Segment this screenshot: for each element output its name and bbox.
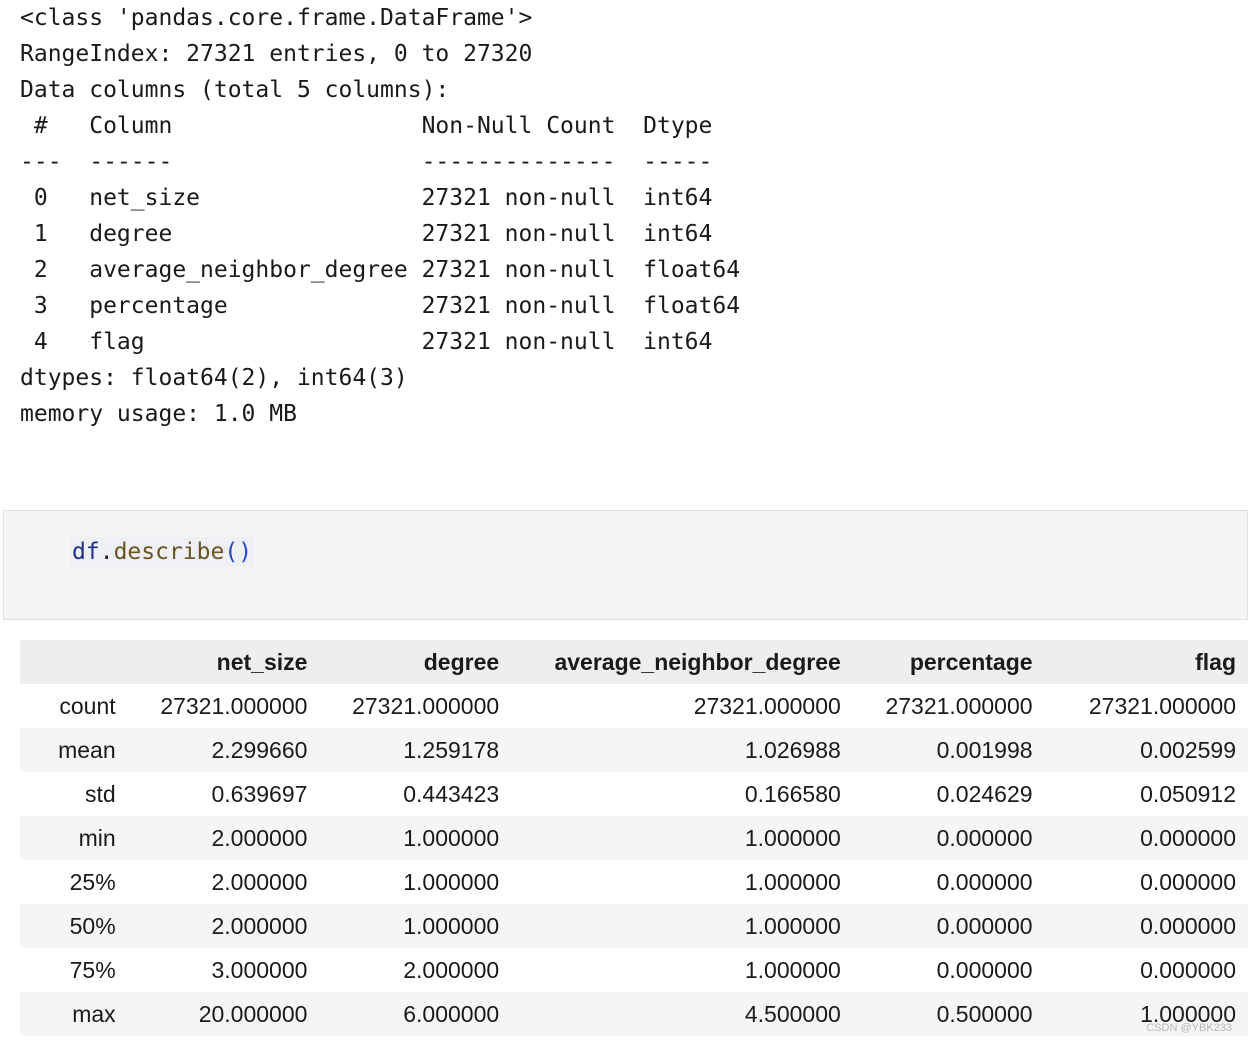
describe-output-table: net_size degree average_neighbor_degree …: [20, 640, 1248, 1036]
table-cell: 0.000000: [1140, 824, 1236, 851]
table-row: mean 2.299660 1.259178 1.026988 0.001998…: [20, 728, 1248, 772]
index-header: [20, 640, 128, 684]
table-cell: 4.500000: [744, 1000, 841, 1027]
table-cell: 0.000000: [936, 868, 1033, 895]
table-cell: 0.000000: [1140, 868, 1236, 895]
output-line: # Column Non-Null Count Dtype: [20, 113, 741, 139]
table-cell: 1.000000: [403, 824, 500, 851]
column-header-net-size: net_size: [127, 640, 320, 684]
output-line: 2 average_neighbor_degree 27321 non-null…: [20, 257, 741, 283]
code-cell[interactable]: df.describe(): [3, 510, 1248, 620]
table-cell: 0.000000: [936, 956, 1033, 983]
table-cell: 2.000000: [211, 824, 308, 851]
table-row: max 20.000000 6.000000 4.500000 0.500000…: [20, 992, 1248, 1036]
table-cell: 0.050912: [1140, 780, 1236, 807]
column-header-degree: degree: [319, 640, 512, 684]
code-dot: .: [99, 539, 114, 565]
output-line: 4 flag 27321 non-null int64: [20, 329, 741, 355]
table-cell: 27321.000000: [352, 692, 500, 719]
table-cell: 2.000000: [211, 868, 308, 895]
row-label: min: [78, 824, 116, 851]
table-row: 25% 2.000000 1.000000 1.000000 0.000000 …: [20, 860, 1248, 904]
table-cell: 0.000000: [936, 824, 1033, 851]
table-cell: 2.000000: [211, 912, 308, 939]
table-row: count 27321.000000 27321.000000 27321.00…: [20, 684, 1248, 728]
row-label: 25%: [69, 868, 116, 895]
table-cell: 1.000000: [744, 956, 841, 983]
table-row: min 2.000000 1.000000 1.000000 0.000000 …: [20, 816, 1248, 860]
code-parens: (): [224, 539, 253, 565]
table-cell: 0.639697: [211, 780, 308, 807]
table-cell: 0.001998: [936, 736, 1033, 763]
table-cell: 27321.000000: [160, 692, 308, 719]
table-cell: 2.299660: [211, 736, 308, 763]
row-label: std: [84, 780, 116, 807]
table-cell: 1.026988: [744, 736, 841, 763]
row-label: 50%: [69, 912, 116, 939]
row-label: mean: [58, 736, 116, 763]
table-cell: 0.166580: [744, 780, 841, 807]
table-cell: 1.000000: [744, 868, 841, 895]
table-cell: 0.500000: [936, 1000, 1033, 1027]
table-cell: 27321.000000: [1088, 692, 1236, 719]
code-method: describe: [113, 539, 225, 565]
table-cell: 1.000000: [744, 824, 841, 851]
table-cell: 0.024629: [936, 780, 1033, 807]
table-cell: 1.000000: [744, 912, 841, 939]
df-info-output: <class 'pandas.core.frame.DataFrame'> Ran…: [20, 0, 740, 432]
table-cell: 27321.000000: [885, 692, 1033, 719]
table-cell: 0.000000: [1140, 956, 1236, 983]
row-label: max: [72, 1000, 116, 1027]
table-row: 50% 2.000000 1.000000 1.000000 0.000000 …: [20, 904, 1248, 948]
table-cell: 27321.000000: [693, 692, 841, 719]
table-cell: 0.002599: [1140, 736, 1236, 763]
table-cell: 3.000000: [211, 956, 308, 983]
table-cell: 0.000000: [936, 912, 1033, 939]
table-cell: 6.000000: [403, 1000, 500, 1027]
table-header-row: net_size degree average_neighbor_degree …: [20, 640, 1248, 684]
column-header-flag: flag: [1044, 640, 1248, 684]
table-cell: 1.000000: [403, 868, 500, 895]
row-label: count: [59, 692, 116, 719]
output-line: 1 degree 27321 non-null int64: [20, 221, 741, 247]
table-cell: 1.259178: [403, 736, 500, 763]
table-cell: 2.000000: [403, 956, 500, 983]
column-header-average-neighbor-degree: average_neighbor_degree: [511, 640, 853, 684]
table-cell: 0.443423: [403, 780, 500, 807]
column-header-percentage: percentage: [852, 640, 1045, 684]
watermark: CSDN @YBK233: [1146, 1022, 1232, 1034]
table-cell: 0.000000: [1140, 912, 1236, 939]
row-label: 75%: [69, 956, 116, 983]
code-variable: df: [72, 539, 100, 565]
table-cell: 1.000000: [403, 912, 500, 939]
output-line: 0 net_size 27321 non-null int64: [20, 185, 741, 211]
code-input[interactable]: df.describe(): [70, 537, 255, 567]
output-line: 3 percentage 27321 non-null float64: [20, 293, 741, 319]
output-line: --- ------ -------------- -----: [20, 149, 741, 175]
table-cell: 20.000000: [198, 1000, 308, 1027]
table-row: std 0.639697 0.443423 0.166580 0.024629 …: [20, 772, 1248, 816]
output-line: <class 'pandas.core.frame.DataFrame'>: [20, 5, 533, 31]
output-line: memory usage: 1.0 MB: [20, 401, 297, 427]
output-line: Data columns (total 5 columns):: [20, 77, 450, 103]
output-line: dtypes: float64(2), int64(3): [20, 365, 408, 391]
output-line: RangeIndex: 27321 entries, 0 to 27320: [20, 41, 533, 67]
table-row: 75% 3.000000 2.000000 1.000000 0.000000 …: [20, 948, 1248, 992]
